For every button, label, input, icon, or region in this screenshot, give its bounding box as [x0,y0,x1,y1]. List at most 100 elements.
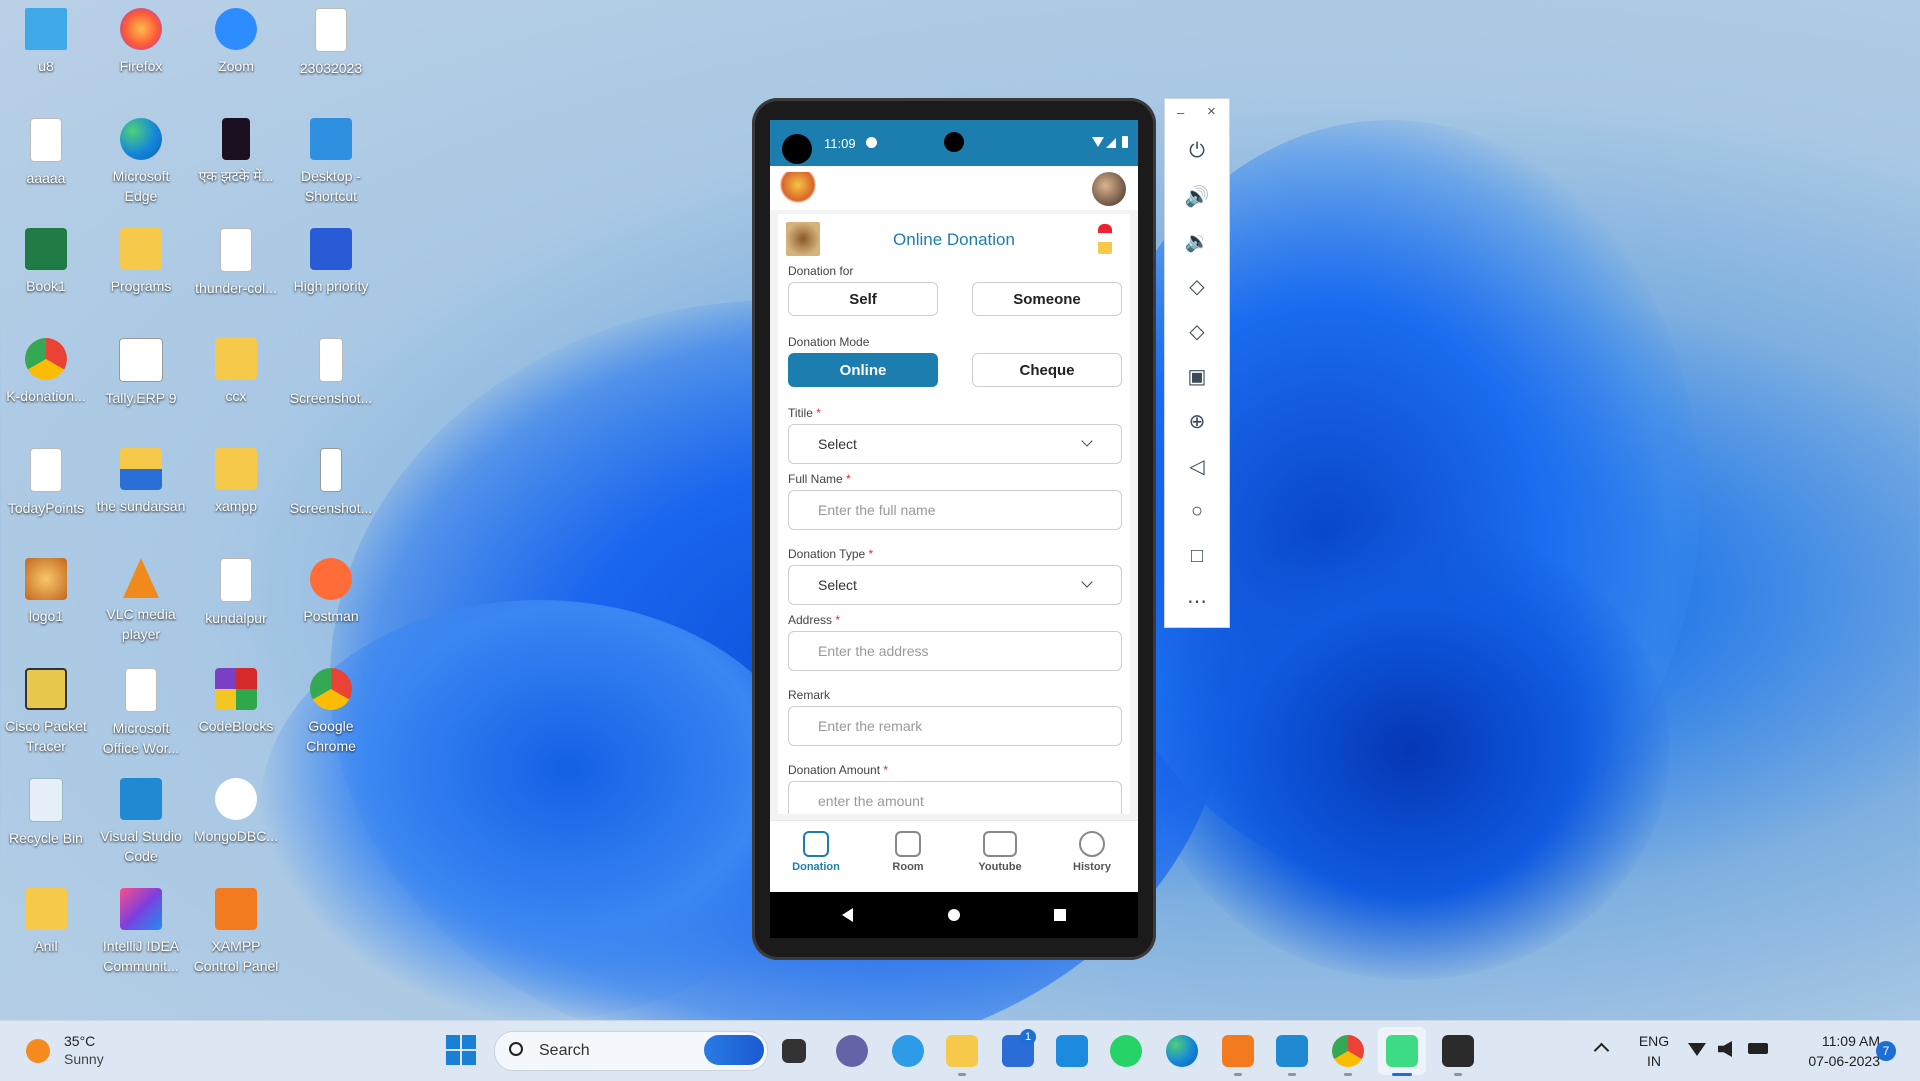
desktop-icon-cisco[interactable]: Cisco Packet Tracer [0,662,92,766]
document-icon [30,448,62,492]
desktop-icon-screenshot-1[interactable]: Screenshot... [285,332,377,436]
chevron-up-icon[interactable] [1593,1042,1610,1059]
self-button[interactable]: Self [788,282,938,316]
whatsapp-icon[interactable] [1110,1035,1142,1067]
teams-chat-icon[interactable] [836,1035,868,1067]
edge-icon[interactable] [1166,1035,1198,1067]
nav-history[interactable]: History [1052,831,1132,873]
chevron-down-icon [1081,435,1093,447]
desktop-icon-edge[interactable]: Microsoft Edge [95,112,187,216]
notification-badge[interactable]: 7 [1876,1041,1896,1061]
tally-icon [119,338,163,382]
help-icon[interactable] [892,1035,924,1067]
desktop-icon-mongodb[interactable]: MongoDBC... [190,772,282,876]
cheque-button[interactable]: Cheque [972,353,1122,387]
desktop-icon-thunder[interactable]: thunder-col... [190,222,282,326]
desktop-icon-anil[interactable]: Anil [0,882,92,986]
task-view-icon[interactable] [782,1039,806,1063]
desktop-icon-kundalpur[interactable]: kundalpur [190,552,282,656]
desktop-icon-programs[interactable]: Programs [95,222,187,326]
json-file-icon [220,228,252,272]
file-explorer-icon[interactable] [946,1035,978,1067]
chrome-icon[interactable] [1332,1035,1364,1067]
desktop-icon-firefox[interactable]: Firefox [95,2,187,106]
volume-up-icon[interactable]: 🔊 [1179,178,1215,214]
more-icon[interactable]: ⋯ [1179,583,1215,619]
avatar[interactable] [1092,172,1126,206]
desktop-icon-intellij[interactable]: IntelliJ IDEA Communit... [95,882,187,986]
nav-donation[interactable]: Donation [776,831,856,873]
wifi-icon[interactable] [1688,1043,1706,1056]
title-select[interactable]: Select [788,424,1122,464]
nav-room[interactable]: Room [868,831,948,873]
language-indicator[interactable]: ENG IN [1636,1031,1672,1071]
remark-input[interactable]: Enter the remark [788,706,1122,746]
bing-icon[interactable] [704,1035,764,1065]
desktop-icon-codeblocks[interactable]: CodeBlocks [190,662,282,766]
desktop-icon-high-priority[interactable]: High priority [285,222,377,326]
recycle-bin-icon [29,778,63,822]
camera-icon[interactable]: ▣ [1179,358,1215,394]
start-button[interactable] [446,1035,476,1065]
desktop-icon-logo1[interactable]: logo1 [0,552,92,656]
android-studio-icon[interactable] [1386,1035,1418,1067]
terminal-icon[interactable] [1442,1035,1474,1067]
desktop-icon-todaypoints[interactable]: TodayPoints [0,442,92,546]
desktop-icon-vscode[interactable]: Visual Studio Code [95,772,187,876]
donation-amount-input[interactable]: enter the amount [788,781,1122,814]
search-box[interactable]: Search [494,1031,768,1071]
desktop-icon-tally[interactable]: Tally.ERP 9 [95,332,187,436]
sync-icon [866,137,877,148]
battery-icon[interactable] [1748,1043,1768,1054]
address-input[interactable]: Enter the address [788,631,1122,671]
online-button[interactable]: Online [788,353,938,387]
home-circle-icon[interactable] [948,909,960,921]
toolbar-close-button[interactable]: × [1207,103,1216,120]
desktop-icon-xampp-folder[interactable]: xampp [190,442,282,546]
camera-cutout-icon [782,134,812,164]
overview-icon[interactable] [1054,909,1066,921]
overview-icon[interactable]: □ [1179,538,1215,574]
desktop-icon-screenshot-2[interactable]: Screenshot... [285,442,377,546]
home-icon[interactable]: ○ [1179,493,1215,529]
desktop-icon-office-word[interactable]: Microsoft Office Wor... [95,662,187,766]
desktop-icon-zoom[interactable]: Zoom [190,2,282,106]
rotate-right-icon[interactable]: ◇ [1179,313,1215,349]
desktop-icon-book1[interactable]: Book1 [0,222,92,326]
myhp-icon[interactable] [1056,1035,1088,1067]
desktop-icon-vlc[interactable]: VLC media player [95,552,187,656]
volume-down-icon[interactable]: 🔉 [1179,223,1215,259]
desktop-icon-aaaaa[interactable]: aaaaa [0,112,92,216]
desktop-icon-postman[interactable]: Postman [285,552,377,656]
desktop-icon-xampp[interactable]: XAMPP Control Panel [190,882,282,986]
desktop-icon-google-chrome[interactable]: Google Chrome [285,662,377,766]
volume-icon[interactable] [1718,1041,1732,1057]
desktop-icon-23032023[interactable]: 23032023 [285,2,377,106]
rotate-left-icon[interactable]: ◇ [1179,268,1215,304]
temple-logo-icon[interactable] [780,172,816,204]
desktop-icon-k-donation[interactable]: K-donation... [0,332,92,436]
desktop-icon-u8[interactable]: u8 [0,2,92,106]
someone-button[interactable]: Someone [972,282,1122,316]
back-icon[interactable] [842,908,853,922]
nav-youtube[interactable]: Youtube [960,831,1040,873]
donation-form-area: Online Donation Donation for Self Someon… [770,210,1138,820]
zoom-icon[interactable]: ⊕ [1179,403,1215,439]
vscode-icon[interactable] [1276,1035,1308,1067]
xampp-icon[interactable] [1222,1035,1254,1067]
power-icon[interactable]: ⏻ [1179,133,1215,169]
signal-icon [1106,138,1116,148]
full-name-input[interactable]: Enter the full name [788,490,1122,530]
phone-status-bar: 11:09 [770,120,1138,166]
desktop-icon-video[interactable]: एक झटके में... [190,112,282,216]
desktop-icon-ccx[interactable]: ccx [190,332,282,436]
toolbar-minimize-button[interactable]: – [1177,105,1184,120]
weather-widget[interactable]: 35°C Sunny [26,1031,146,1071]
desktop-icon-desktop-shortcut[interactable]: Desktop - Shortcut [285,112,377,216]
desktop-icon-recycle-bin[interactable]: Recycle Bin [0,772,92,876]
donation-type-select[interactable]: Select [788,565,1122,605]
clock[interactable]: 11:09 AM 07-06-2023 [1784,1031,1880,1071]
desktop-icon-sundarsan[interactable]: the sundarsan [95,442,187,546]
document-icon [125,668,157,712]
back-icon[interactable]: ◁ [1179,448,1215,484]
